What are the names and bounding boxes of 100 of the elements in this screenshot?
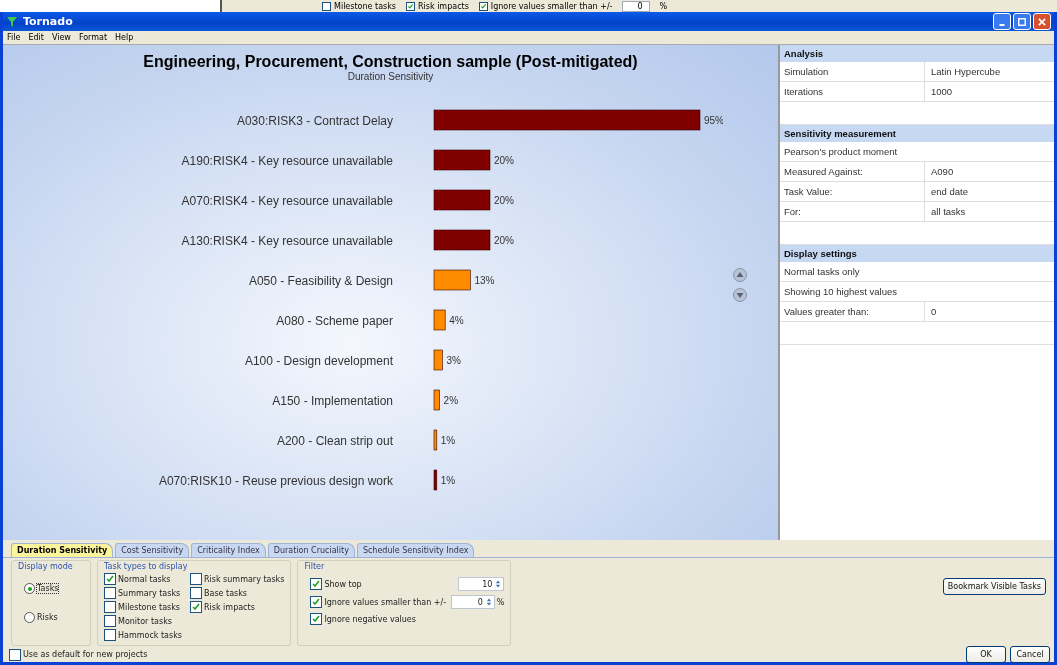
- checkbox[interactable]: [478, 1, 488, 11]
- checkbox[interactable]: [104, 587, 116, 599]
- property-label: For:: [780, 202, 925, 221]
- section-header: Analysis: [780, 45, 1054, 62]
- checkbox[interactable]: [310, 613, 323, 625]
- value-label: 13%: [474, 275, 495, 286]
- checkbox[interactable]: [104, 629, 116, 641]
- number-spinner[interactable]: 10: [457, 577, 505, 591]
- section-header: Sensitivity measurement: [780, 125, 1054, 142]
- group-title: Filter: [304, 562, 326, 571]
- checkbox-label: Risk impacts: [204, 602, 255, 612]
- radio-button[interactable]: [24, 612, 35, 623]
- checkbox-label: Ignore negative values: [324, 614, 417, 624]
- category-label: A050 - Feasibility & Design: [248, 274, 393, 288]
- menu-item[interactable]: Help: [115, 33, 134, 42]
- category-label: A130:RISK4 - Key resource unavailable: [181, 234, 393, 248]
- checkbox-label: Normal tasks: [118, 574, 171, 584]
- category-label: A100 - Design development: [244, 354, 393, 368]
- property-label: Iterations: [780, 82, 925, 101]
- checkbox[interactable]: [406, 1, 415, 11]
- tab[interactable]: Duration Sensitivity: [11, 543, 114, 557]
- value-label: 4%: [449, 315, 464, 326]
- value-label: 2%: [443, 395, 459, 406]
- scroll-up-icon[interactable]: [733, 268, 747, 282]
- checkbox[interactable]: [190, 573, 202, 585]
- property-value: 1000: [930, 86, 953, 97]
- property-value: Latin Hypercube: [930, 66, 1001, 77]
- checkbox-label: Milestone tasks: [334, 1, 396, 11]
- category-label: A150 - Implementation: [272, 394, 393, 408]
- tab[interactable]: Schedule Sensitivity Index: [356, 543, 475, 557]
- group-title: Display mode: [18, 562, 74, 571]
- checkbox[interactable]: [310, 578, 323, 590]
- section-header: Display settings: [780, 245, 1054, 262]
- checkbox[interactable]: [9, 648, 21, 661]
- property-label: Normal tasks only: [783, 265, 860, 279]
- checkbox[interactable]: [190, 601, 202, 613]
- scroll-down-icon[interactable]: [733, 288, 747, 302]
- category-label: A190:RISK4 - Key resource unavailable: [181, 154, 393, 168]
- checkbox-label: Use as default for new projects: [23, 650, 148, 659]
- property-value: 0: [930, 306, 937, 317]
- unit-label: %: [659, 1, 668, 11]
- property-label: Showing 10 highest values: [783, 285, 898, 299]
- unit-label: %: [496, 597, 505, 607]
- checkbox[interactable]: [310, 596, 323, 608]
- checkbox[interactable]: [104, 615, 116, 627]
- bookmark-button[interactable]: Bookmark Visible Tasks: [942, 578, 1046, 595]
- tab[interactable]: Criticality Index: [191, 543, 266, 557]
- close-button[interactable]: [1033, 13, 1051, 30]
- spinner-arrows-icon: [485, 597, 492, 607]
- property-label: Simulation: [780, 62, 925, 81]
- checkbox-label: Milestone tasks: [118, 602, 180, 612]
- value-label: 1%: [440, 475, 456, 486]
- category-label: A070:RISK10 - Reuse previous design work: [158, 474, 393, 488]
- menu-item[interactable]: Edit: [28, 33, 44, 42]
- checkbox[interactable]: [104, 573, 116, 585]
- value-label: 3%: [446, 355, 461, 366]
- checkbox-label: Ignore values smaller than +/-: [324, 597, 448, 607]
- chart-title: Engineering, Procurement, Construction sample (Post-mitigated): [143, 53, 638, 71]
- number-spinner[interactable]: 0: [450, 595, 495, 609]
- cancel-button[interactable]: Cancel: [1010, 646, 1050, 663]
- menu-item[interactable]: File: [7, 33, 21, 42]
- minimize-button[interactable]: [993, 13, 1011, 30]
- checkbox[interactable]: [322, 1, 331, 11]
- checkbox-label: Monitor tasks: [118, 616, 172, 626]
- category-label: A070:RISK4 - Key resource unavailable: [181, 194, 393, 208]
- ok-button[interactable]: OK: [966, 646, 1006, 663]
- chart-subtitle: Duration Sensitivity: [347, 71, 434, 82]
- number-field[interactable]: 0: [622, 0, 650, 12]
- menu-item[interactable]: View: [51, 33, 71, 42]
- property-label: Values greater than:: [780, 302, 925, 321]
- maximize-icon: [1018, 17, 1026, 26]
- window-title: Tornado: [23, 15, 73, 28]
- value-label: 20%: [494, 155, 514, 166]
- tab[interactable]: Duration Cruciality: [267, 543, 355, 557]
- checkbox-label: Risk impacts: [418, 1, 469, 11]
- checkbox-label: Summary tasks: [118, 588, 181, 598]
- property-value: A090: [930, 166, 954, 177]
- value-label: 20%: [494, 195, 514, 206]
- checkbox[interactable]: [104, 601, 116, 613]
- checkbox-label: Risk summary tasks: [204, 574, 285, 584]
- value-label: 95%: [704, 115, 723, 126]
- property-value: all tasks: [930, 206, 966, 217]
- property-label: Measured Against:: [780, 162, 925, 181]
- checkbox-label: Ignore values smaller than +/-: [490, 1, 613, 11]
- value-label: 20%: [494, 235, 514, 246]
- value-label: 1%: [440, 435, 456, 446]
- property-label: Pearson's product moment: [783, 145, 898, 159]
- property-label: Task Value:: [780, 182, 925, 201]
- category-label: A080 - Scheme paper: [276, 314, 393, 328]
- checkbox-label: Hammock tasks: [118, 630, 182, 640]
- funnel-icon: [6, 15, 18, 28]
- tab[interactable]: Cost Sensitivity: [115, 543, 190, 557]
- radio-button[interactable]: [24, 583, 35, 594]
- close-icon: [1038, 17, 1046, 26]
- radio-label: Risks: [37, 613, 58, 622]
- maximize-button[interactable]: [1013, 13, 1031, 30]
- category-label: A200 - Clean strip out: [276, 434, 393, 448]
- menu-item[interactable]: Format: [78, 33, 108, 42]
- group-title: Task types to display: [104, 562, 189, 571]
- checkbox[interactable]: [190, 587, 202, 599]
